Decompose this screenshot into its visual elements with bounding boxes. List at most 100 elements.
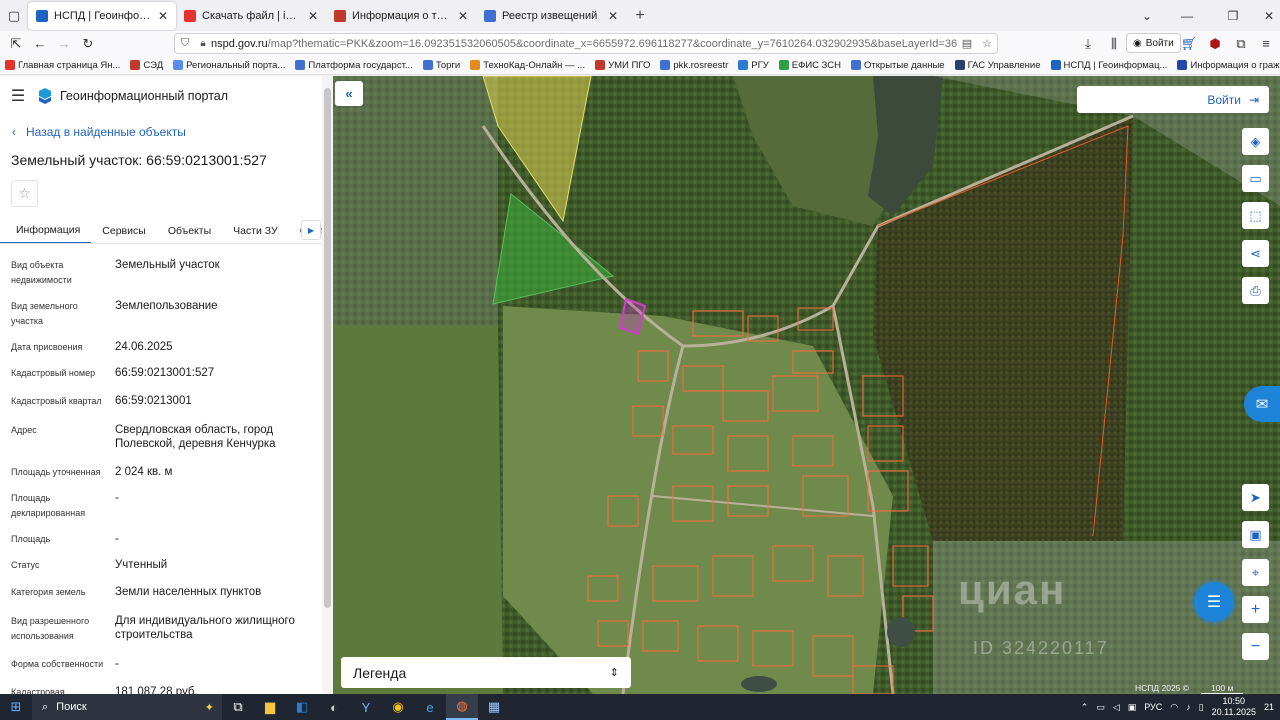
bookmark-item[interactable]: ТехноКад-Онлайн — ... bbox=[465, 60, 590, 71]
new-tab-icon[interactable]: + bbox=[626, 7, 654, 25]
account-icon: ◉ bbox=[1133, 37, 1142, 49]
bookmark-item[interactable]: Информация о граж... bbox=[1172, 60, 1280, 71]
tehnokad-icon bbox=[470, 60, 481, 70]
tab-services[interactable]: Сервисы bbox=[91, 217, 157, 244]
share-icon[interactable]: ⋖ bbox=[1242, 240, 1269, 267]
zoom-in-button[interactable]: + bbox=[1242, 596, 1269, 623]
menu-icon[interactable]: ≡ bbox=[1254, 33, 1278, 55]
language-indicator[interactable]: РУС bbox=[1144, 702, 1162, 712]
browser-tab-nspd[interactable]: НСПД | Геоинформационный ✕ bbox=[28, 1, 176, 30]
bookmark-item[interactable]: Открытые данные bbox=[846, 60, 950, 71]
app-icon[interactable]: ◐ bbox=[318, 694, 350, 720]
speaker-icon[interactable]: ♪ bbox=[1186, 702, 1191, 712]
browser-tab-ilovepdf[interactable]: Скачать файл | iLovePDF ✕ bbox=[176, 2, 326, 30]
scrollbar-thumb[interactable] bbox=[324, 88, 331, 608]
chat-fab-icon[interactable]: ☰ bbox=[1194, 582, 1234, 622]
volume-icon[interactable]: ◁ bbox=[1113, 702, 1120, 713]
taskbar-search[interactable]: ⌕ Поиск ✦ bbox=[32, 694, 222, 720]
downloads-icon[interactable]: ⤓ bbox=[1076, 33, 1100, 55]
bookmark-item[interactable]: ЕФИС ЗСН bbox=[774, 60, 846, 71]
bookmark-item[interactable]: Торги bbox=[418, 60, 465, 71]
close-tab-icon[interactable]: ✕ bbox=[158, 9, 168, 23]
windows-start-icon[interactable]: ⊞ bbox=[0, 694, 32, 720]
hamburger-menu-icon[interactable]: ☰ bbox=[0, 86, 36, 106]
extension-icon[interactable]: ⬢ bbox=[1203, 33, 1227, 55]
file-explorer-icon[interactable]: ▆ bbox=[254, 694, 286, 720]
flag-icon bbox=[1177, 60, 1188, 70]
back-to-results-link[interactable]: ‹ Назад в найденные объекты bbox=[12, 125, 186, 139]
minimize-icon[interactable]: — bbox=[1164, 0, 1210, 31]
minimap-icon[interactable]: ▣ bbox=[1242, 521, 1269, 548]
cart-icon[interactable]: 🛒︎ bbox=[1177, 33, 1201, 55]
bookmark-item[interactable]: Региональный порта... bbox=[168, 60, 290, 71]
sidebar-icon[interactable]: ⇱ bbox=[4, 33, 28, 55]
network-icon[interactable]: ▭ bbox=[1096, 702, 1105, 713]
outlook-icon[interactable]: ◧ bbox=[286, 694, 318, 720]
select-area-icon[interactable]: ⬚ bbox=[1242, 202, 1269, 229]
map-login-button[interactable]: Войти ⇥ bbox=[1077, 86, 1269, 113]
chrome-icon[interactable]: ◉ bbox=[382, 694, 414, 720]
bookmark-item[interactable]: СЭД bbox=[125, 60, 168, 71]
close-tab-icon[interactable]: ✕ bbox=[308, 9, 318, 23]
support-chat-icon[interactable]: ✉ bbox=[1244, 386, 1280, 422]
browser-login-button[interactable]: ◉ Войти bbox=[1126, 33, 1181, 53]
umi-icon bbox=[595, 60, 606, 70]
watermark-logo: циан bbox=[958, 566, 1067, 613]
chevron-left-icon: ‹ bbox=[12, 125, 16, 139]
yandex-browser-icon[interactable]: Y bbox=[350, 694, 382, 720]
zoom-out-button[interactable]: − bbox=[1242, 633, 1269, 660]
reload-icon[interactable]: ↻ bbox=[76, 33, 100, 55]
reader-view-icon[interactable]: ▤ bbox=[957, 37, 977, 50]
edge-icon[interactable]: e bbox=[414, 694, 446, 720]
bookmark-item[interactable]: Главная страница Ян... bbox=[0, 60, 125, 71]
close-tab-icon[interactable]: ✕ bbox=[458, 9, 468, 23]
extensions-icon[interactable]: ⧉ bbox=[1229, 33, 1253, 55]
battery-icon[interactable]: ▯ bbox=[1199, 702, 1204, 713]
print-icon[interactable]: ⎙ bbox=[1242, 277, 1269, 304]
tab-list-icon[interactable]: ▢ bbox=[0, 2, 28, 30]
library-icon[interactable]: ⫼ bbox=[1102, 33, 1126, 55]
forward-icon[interactable]: → bbox=[52, 33, 76, 55]
lock-icon[interactable]: 🔒︎ bbox=[195, 38, 211, 49]
bookmark-star-icon[interactable]: ☆ bbox=[977, 37, 997, 50]
tab-objects[interactable]: Объекты bbox=[157, 217, 222, 244]
favorite-star-icon[interactable]: ☆ bbox=[11, 180, 38, 207]
firefox-icon[interactable]: ◍ bbox=[446, 694, 478, 720]
bookmark-item[interactable]: ГАС Управление bbox=[950, 60, 1046, 71]
tab-parts[interactable]: Части ЗУ bbox=[222, 217, 289, 244]
close-tab-icon[interactable]: ✕ bbox=[608, 9, 618, 23]
bookmark-item[interactable]: pkk.rosreestr bbox=[655, 60, 733, 71]
back-icon[interactable]: ← bbox=[28, 33, 52, 55]
panel-scrollbar[interactable] bbox=[322, 76, 333, 694]
url-bar[interactable]: ⛉ 🔒︎ nspd.gov.ru /map?thematic=PKK&zoom=… bbox=[174, 33, 998, 54]
navigate-icon[interactable]: ➤ bbox=[1242, 484, 1269, 511]
satellite-map[interactable] bbox=[333, 76, 1280, 694]
bookmark-item[interactable]: НСПД | Геоинформац... bbox=[1046, 60, 1173, 71]
bookmarks-bar: Главная страница Ян... СЭД Региональный … bbox=[0, 56, 1280, 75]
portal-header: ☰ Геоинформационный портал bbox=[0, 76, 322, 116]
locate-icon[interactable]: ⌖ bbox=[1242, 559, 1269, 586]
copilot-sparkle-icon: ✦ bbox=[204, 701, 214, 714]
bookmark-item[interactable]: УМИ ПГО bbox=[590, 60, 655, 71]
close-window-icon[interactable]: ✕ bbox=[1246, 0, 1280, 31]
tray-chevron-icon[interactable]: ⌃ bbox=[1081, 702, 1089, 713]
tray-app-icon[interactable]: ▣ bbox=[1128, 702, 1137, 713]
tabs-scroll-right-icon[interactable]: ▶ bbox=[301, 220, 321, 240]
tracking-shield-icon[interactable]: ⛉ bbox=[175, 37, 195, 50]
remote-app-icon[interactable]: ▦ bbox=[478, 694, 510, 720]
open-data-icon bbox=[851, 60, 862, 70]
layers-icon[interactable]: ◈ bbox=[1242, 128, 1269, 155]
tab-information[interactable]: Информация bbox=[0, 217, 92, 244]
ruler-icon[interactable]: ▭ bbox=[1242, 165, 1269, 192]
browser-tab-reestr[interactable]: Реестр извещений ✕ bbox=[476, 2, 626, 30]
bookmark-item[interactable]: Платформа государст... bbox=[290, 60, 417, 71]
browser-tab-torgi[interactable]: Информация о торгах — Глав ✕ bbox=[326, 2, 476, 30]
legend-dropdown[interactable]: Легенда ⇕ bbox=[341, 657, 631, 688]
map-view[interactable]: « Войти ⇥ ◈ ▭ ⬚ ⋖ ⎙ ✉ ➤ ▣ ⌖ + − ☰ циан I… bbox=[333, 76, 1280, 694]
task-view-icon[interactable]: ⧉ bbox=[222, 694, 254, 720]
bookmark-item[interactable]: РГУ bbox=[733, 60, 774, 71]
wifi-icon[interactable]: ◠ bbox=[1170, 702, 1178, 713]
notifications-icon[interactable]: 21 bbox=[1264, 702, 1274, 712]
collapse-panel-button[interactable]: « bbox=[335, 81, 363, 106]
clock[interactable]: 10:50 20.11.2025 bbox=[1212, 696, 1256, 718]
